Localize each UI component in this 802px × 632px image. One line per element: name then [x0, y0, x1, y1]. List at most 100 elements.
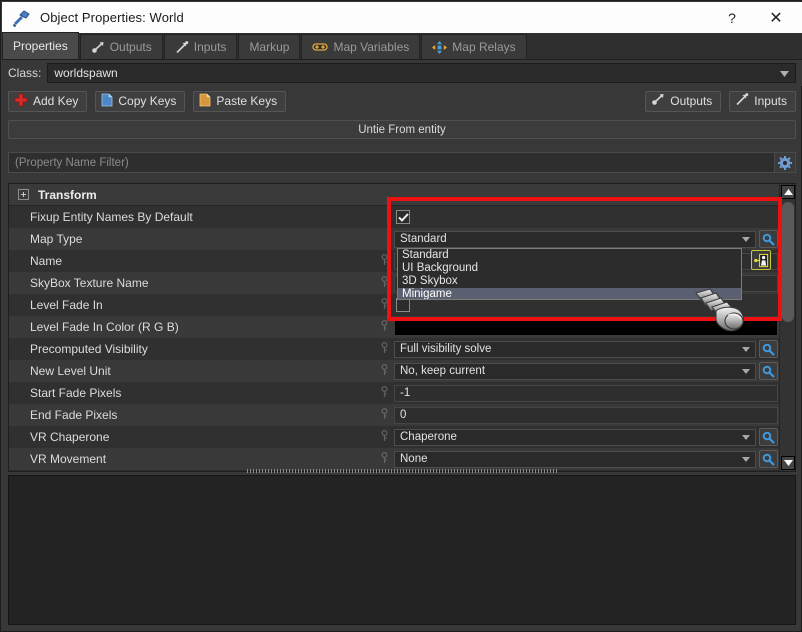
magnifier-icon[interactable]: [759, 340, 778, 358]
end-fade-pixels-field[interactable]: 0: [394, 407, 778, 424]
chevron-down-icon: [742, 365, 750, 377]
key-icon: [381, 342, 391, 357]
property-label: VR Movement: [9, 452, 381, 466]
property-label: Start Fade Pixels: [9, 386, 381, 400]
window-title: Object Properties: World: [40, 10, 184, 25]
group-title: Transform: [38, 188, 97, 202]
new-level-unit-combobox[interactable]: No, keep current: [394, 363, 756, 380]
dropdown-option-standard[interactable]: Standard: [398, 249, 741, 262]
vr-movement-combobox[interactable]: None: [394, 451, 756, 468]
attach-entity-icon[interactable]: [751, 250, 771, 270]
tab-markup[interactable]: Markup: [238, 34, 300, 59]
tab-label: Inputs: [194, 40, 227, 54]
dropdown-option-3d-skybox[interactable]: 3D Skybox: [398, 275, 741, 288]
property-value: No, keep current: [391, 360, 780, 382]
start-fade-pixels-field[interactable]: -1: [394, 385, 778, 402]
pane-splitter[interactable]: [8, 467, 796, 475]
untie-from-entity-button[interactable]: Untie From entity: [8, 120, 796, 139]
plus-icon: [14, 93, 28, 110]
chevron-down-icon: [742, 431, 750, 443]
property-value: Chaperone: [391, 426, 780, 448]
tab-label: Properties: [13, 39, 68, 53]
add-key-button[interactable]: Add Key: [8, 91, 87, 112]
map-variables-icon: [312, 41, 328, 53]
property-value: [391, 206, 780, 228]
chevron-down-icon: [742, 343, 750, 355]
property-label: Name: [9, 254, 381, 268]
key-icon: [381, 408, 391, 423]
key-icon: [381, 298, 391, 313]
button-label: Copy Keys: [118, 94, 176, 108]
magnifier-icon[interactable]: [759, 428, 778, 446]
gear-icon[interactable]: [775, 152, 796, 173]
tab-label: Markup: [249, 40, 289, 54]
checkbox-level-fade-in[interactable]: [396, 298, 410, 312]
table-row[interactable]: Precomputed Visibility Full visibility s…: [9, 338, 780, 360]
tab-map-relays[interactable]: Map Relays: [421, 34, 526, 59]
group-row-transform[interactable]: Transform: [9, 184, 780, 206]
map-type-combobox[interactable]: Standard: [394, 231, 756, 248]
magnifier-icon[interactable]: [759, 230, 778, 248]
tab-map-variables[interactable]: Map Variables: [301, 34, 420, 59]
help-button[interactable]: ?: [712, 2, 752, 33]
property-filter-input[interactable]: (Property Name Filter): [8, 152, 775, 173]
property-value: Standard: [391, 228, 780, 250]
vr-chaperone-combobox[interactable]: Chaperone: [394, 429, 756, 446]
copy-keys-button[interactable]: Copy Keys: [95, 91, 185, 112]
table-row[interactable]: Map Type Standard: [9, 228, 780, 250]
combo-value: Chaperone: [400, 431, 457, 443]
property-label: End Fade Pixels: [9, 408, 381, 422]
outputs-icon: [91, 41, 105, 54]
precomputed-visibility-combobox[interactable]: Full visibility solve: [394, 341, 756, 358]
expand-icon[interactable]: [18, 189, 29, 200]
property-label: New Level Unit: [9, 364, 381, 378]
button-label: Inputs: [754, 94, 787, 108]
comments-pane[interactable]: [8, 475, 796, 625]
property-label: Precomputed Visibility: [9, 342, 381, 356]
property-label: SkyBox Texture Name: [9, 276, 381, 290]
key-icon: [381, 452, 391, 467]
inputs-button[interactable]: Inputs: [729, 91, 796, 112]
vertical-scrollbar[interactable]: [779, 184, 795, 471]
magnifier-icon[interactable]: [759, 450, 778, 468]
tab-inputs[interactable]: Inputs: [164, 34, 238, 59]
checkbox-fixup-entity-names[interactable]: [396, 210, 410, 224]
dropdown-option-ui-background[interactable]: UI Background: [398, 262, 741, 275]
close-button[interactable]: ✕: [756, 2, 796, 33]
map-type-dropdown-list[interactable]: Standard UI Background 3D Skybox Minigam…: [397, 248, 742, 300]
table-row[interactable]: Level Fade In Color (R G B): [9, 316, 780, 338]
tab-outputs[interactable]: Outputs: [80, 34, 163, 59]
combo-value: No, keep current: [400, 365, 485, 377]
chevron-down-icon: [742, 233, 750, 245]
chevron-down-icon: [780, 66, 789, 80]
property-label: Level Fade In: [9, 298, 381, 312]
paste-keys-button[interactable]: Paste Keys: [193, 91, 286, 112]
property-grid-inner: Transform Fixup Entity Names By Default …: [9, 184, 795, 471]
table-row[interactable]: End Fade Pixels 0: [9, 404, 780, 426]
outputs-button[interactable]: Outputs: [645, 91, 721, 112]
tab-label: Outputs: [110, 40, 152, 54]
class-row: Class: worldspawn: [2, 60, 802, 86]
property-label: VR Chaperone: [9, 430, 381, 444]
key-icon: [381, 320, 391, 335]
property-filter-row: (Property Name Filter): [8, 152, 796, 173]
scrollbar-thumb[interactable]: [782, 202, 794, 322]
table-row[interactable]: Fixup Entity Names By Default: [9, 206, 780, 228]
key-icon: [381, 276, 391, 291]
magnifier-icon[interactable]: [759, 362, 778, 380]
paste-icon: [199, 93, 211, 110]
button-label: Paste Keys: [216, 94, 277, 108]
dropdown-option-minigame[interactable]: Minigame: [398, 288, 741, 300]
combo-value: Standard: [400, 233, 447, 245]
table-row[interactable]: Start Fade Pixels -1: [9, 382, 780, 404]
scroll-up-button[interactable]: [781, 185, 795, 199]
combo-value: Full visibility solve: [400, 343, 491, 355]
key-toolbar: Add Key Copy Keys Paste Keys: [2, 88, 802, 114]
class-combobox[interactable]: worldspawn: [47, 63, 796, 83]
property-label: Level Fade In Color (R G B): [9, 320, 381, 334]
table-row[interactable]: VR Chaperone Chaperone: [9, 426, 780, 448]
property-value: -1: [391, 382, 780, 404]
tab-properties[interactable]: Properties: [2, 32, 79, 59]
table-row[interactable]: New Level Unit No, keep current: [9, 360, 780, 382]
map-relays-icon: [432, 41, 447, 54]
